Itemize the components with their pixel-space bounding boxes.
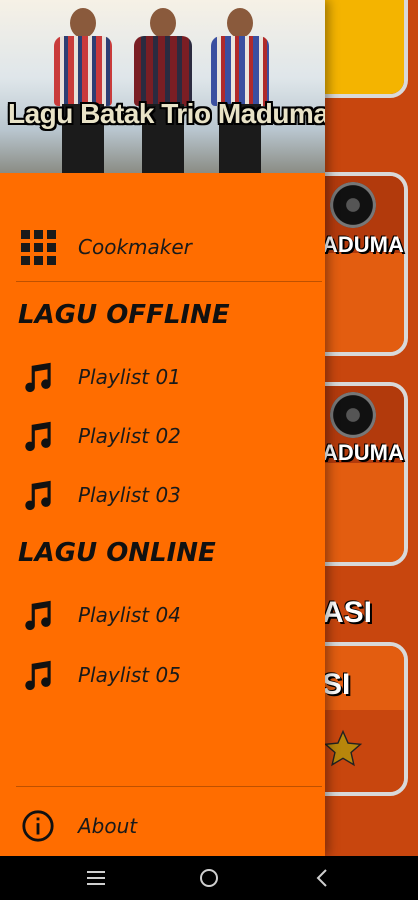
music-note-icon [18,416,58,456]
drawer-header-title: Lagu Batak Trio Maduma [8,98,325,129]
menu-item-label: Playlist 04 [78,603,181,627]
header-photo-person [205,8,275,173]
navigation-drawer: Lagu Batak Trio Maduma Cookmaker LAGU OF… [0,0,325,856]
back-button[interactable] [300,860,344,896]
menu-item-playlist-05[interactable]: Playlist 05 [0,646,325,704]
section-title-offline: LAGU OFFLINE [18,300,230,330]
section-title-online: LAGU ONLINE [18,538,216,568]
back-icon [316,869,327,887]
background-card-text: ADUMA [322,232,404,257]
grid-icon [18,227,58,267]
menu-item-playlist-03[interactable]: Playlist 03 [0,466,325,524]
menu-item-playlist-01[interactable]: Playlist 01 [0,348,325,406]
star-icon [323,729,363,767]
menu-item-label: About [78,814,138,838]
home-button[interactable] [187,860,231,896]
divider [16,786,322,787]
drawer-header: Lagu Batak Trio Maduma [0,0,325,173]
menu-item-playlist-04[interactable]: Playlist 04 [0,586,325,644]
background-card-text: SI [322,668,351,701]
header-photo-person [48,8,118,173]
music-note-icon [18,357,58,397]
system-navigation-bar [0,856,418,900]
speaker-icon [330,392,376,438]
menu-item-label: Playlist 01 [78,365,181,389]
menu-item-about[interactable]: About [0,797,325,855]
menu-item-cookmaker[interactable]: Cookmaker [0,218,325,276]
music-note-icon [18,655,58,695]
music-note-icon [18,475,58,515]
background-card-text: ADUMA [322,440,404,465]
menu-item-label: Playlist 05 [78,663,181,687]
menu-item-label: Playlist 03 [78,483,181,507]
menu-icon [87,871,106,885]
recent-apps-button[interactable] [74,860,118,896]
menu-item-label: Playlist 02 [78,424,181,448]
info-icon [18,806,58,846]
divider [16,281,322,282]
home-icon [199,869,218,887]
background-card-text: ASI [322,596,373,629]
header-photo-person [128,8,198,173]
menu-item-label: Cookmaker [78,235,192,259]
menu-item-playlist-02[interactable]: Playlist 02 [0,407,325,465]
speaker-icon [330,182,376,228]
music-note-icon [18,595,58,635]
